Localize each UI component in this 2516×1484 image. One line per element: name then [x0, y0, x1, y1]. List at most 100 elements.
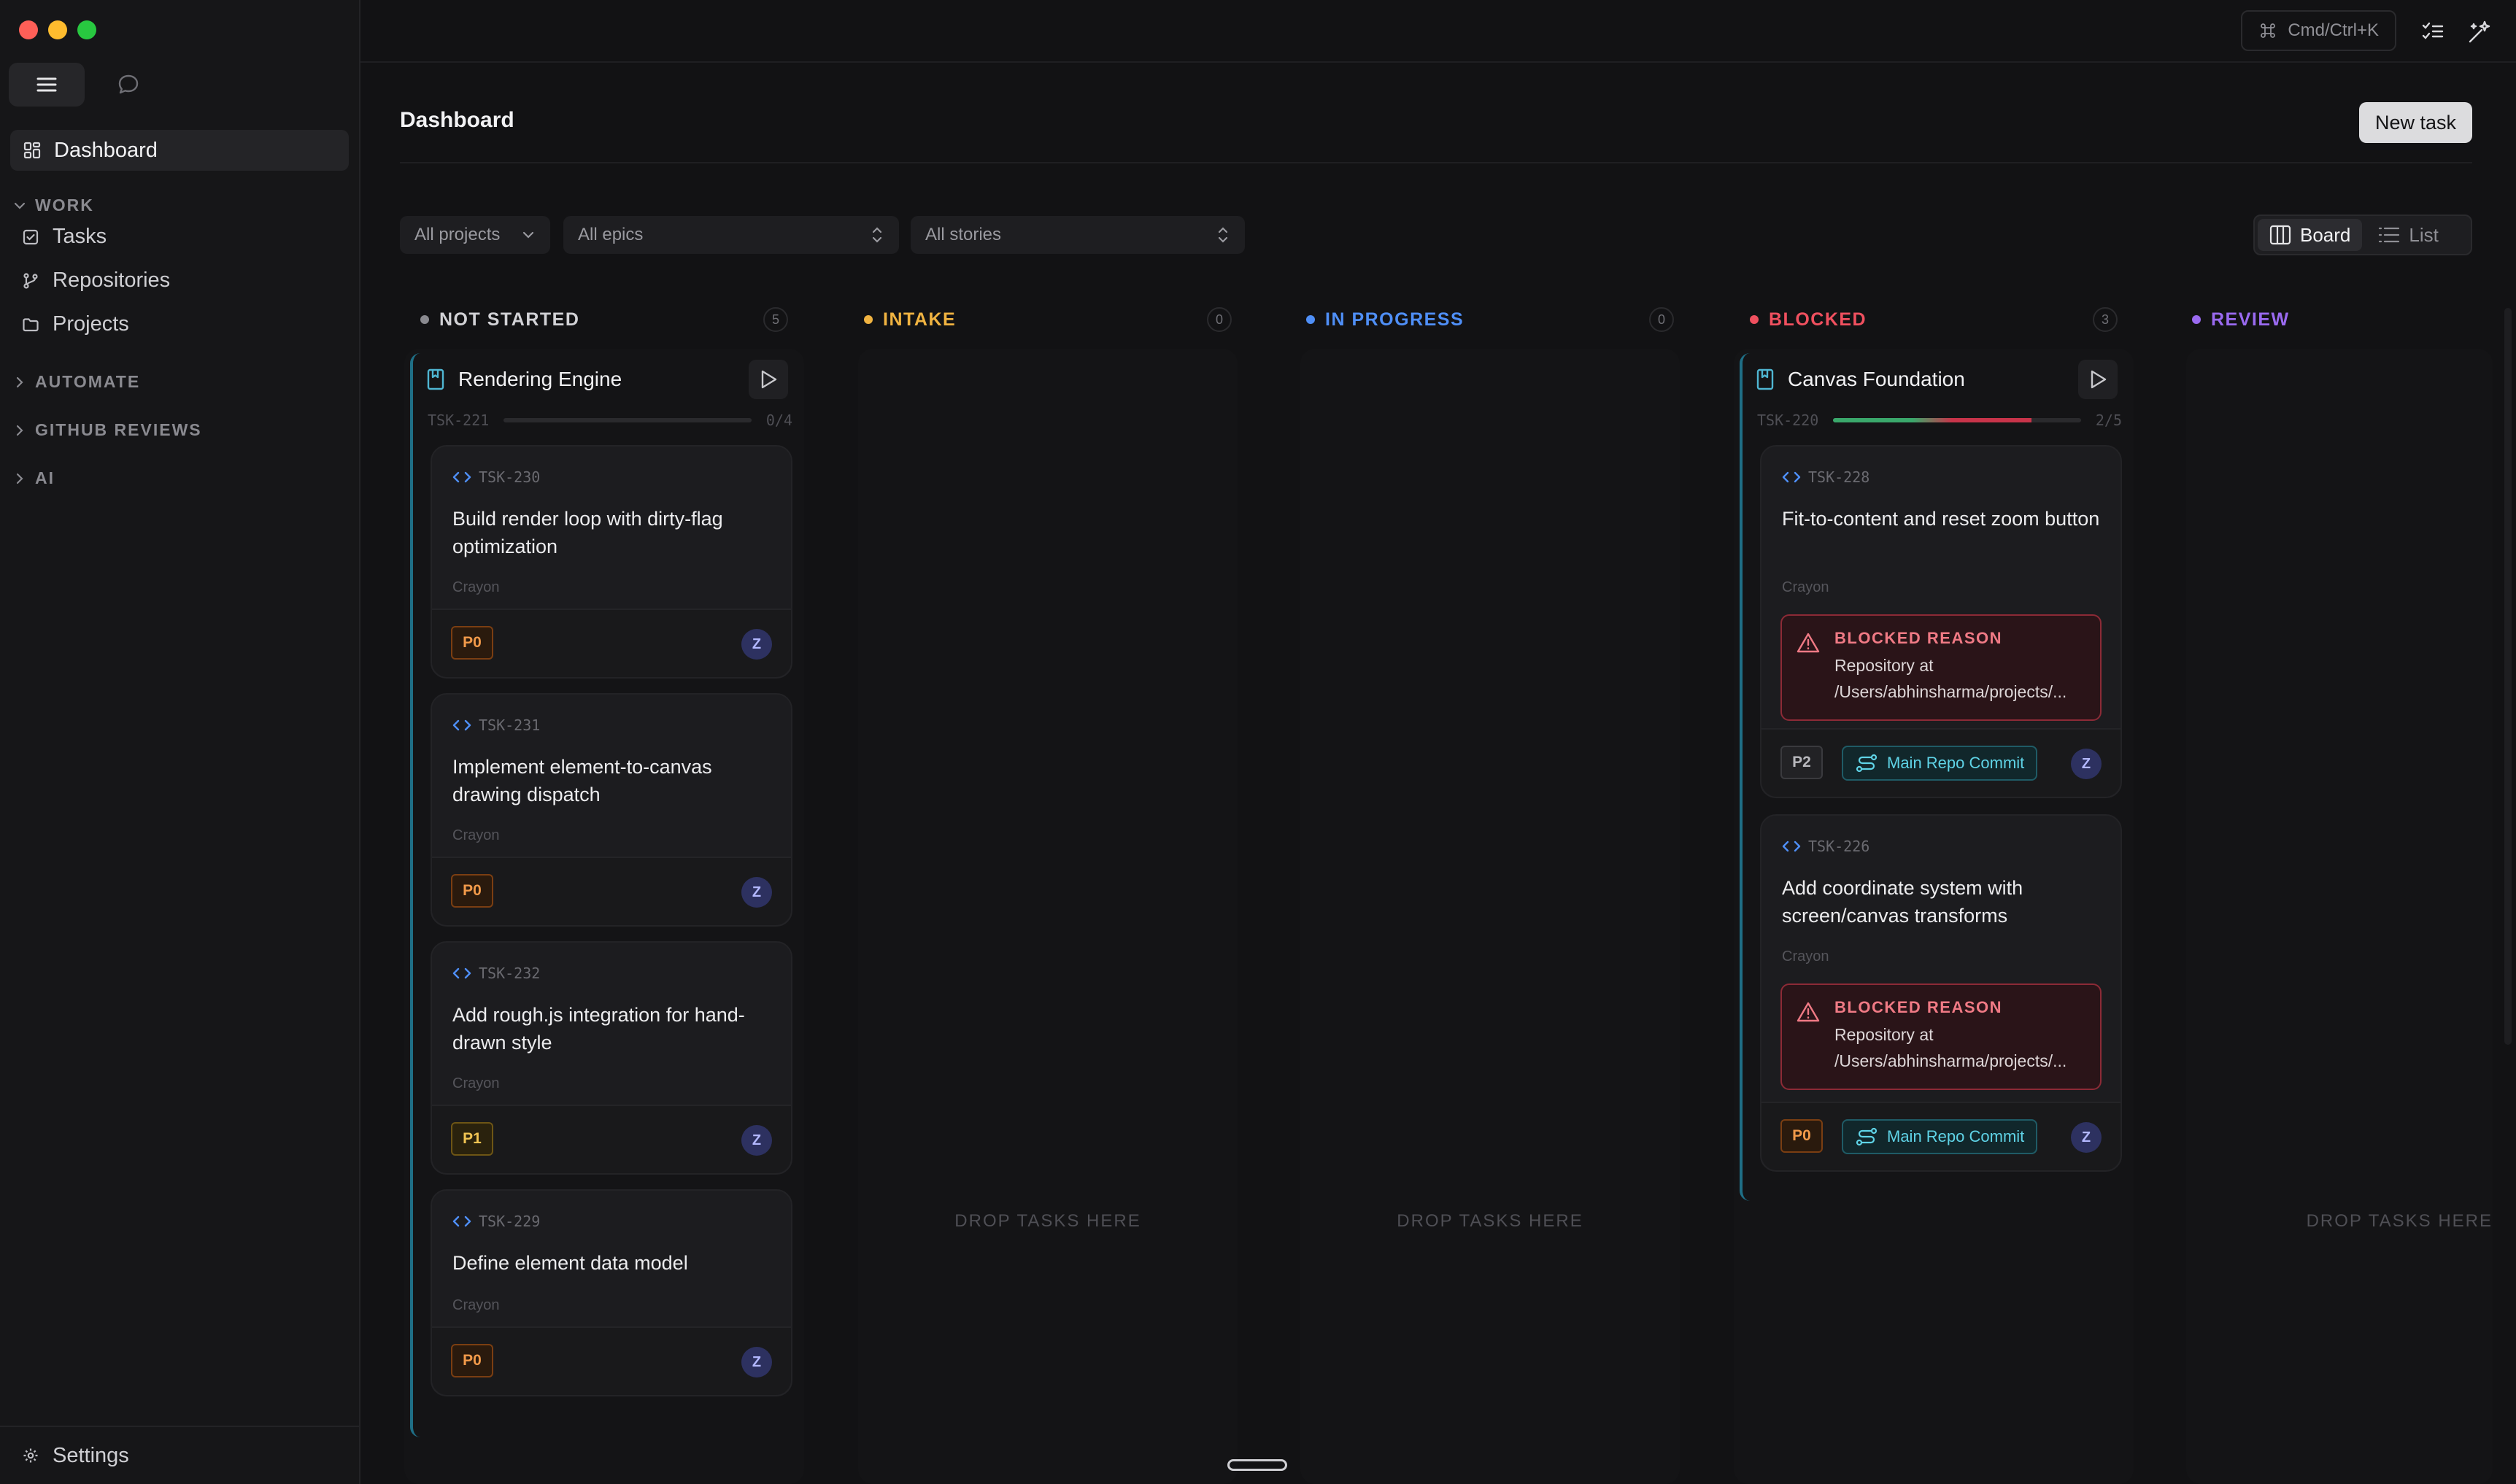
task-title: Define element data model [452, 1252, 688, 1274]
epic-progress-bar [503, 418, 752, 422]
list-view-button[interactable]: List [2366, 219, 2450, 251]
drop-hint: DROP TASKS HERE [954, 1211, 1141, 1231]
avatar[interactable]: Z [741, 877, 772, 908]
vertical-scrollbar[interactable] [2504, 308, 2512, 1045]
task-title: Fit-to-content and reset zoom button [1782, 508, 2100, 530]
status-dot [1306, 315, 1315, 324]
chat-button[interactable] [90, 63, 166, 107]
sidebar-item-settings[interactable]: Settings [0, 1426, 360, 1484]
sidebar-item-repositories[interactable]: Repositories [22, 268, 170, 293]
column-drop-zone[interactable]: DROP TASKS HERE [858, 349, 1238, 1484]
horizontal-scroll-handle[interactable] [1227, 1459, 1287, 1471]
story-filter[interactable]: All stories [911, 216, 1245, 254]
task-card[interactable]: TSK-228 Fit-to-content and reset zoom bu… [1760, 445, 2122, 798]
epic-header[interactable]: Rendering Engine [426, 358, 788, 401]
page-title: Dashboard [400, 108, 514, 132]
ai-assist-button[interactable] [2463, 16, 2496, 48]
avatar[interactable]: Z [741, 629, 772, 660]
new-task-button[interactable]: New task [2358, 102, 2472, 143]
close-window-button[interactable] [19, 20, 38, 39]
command-icon [2261, 23, 2276, 38]
task-card[interactable]: TSK-230 Build render loop with dirty-fla… [431, 445, 792, 679]
checklist-button[interactable] [2417, 16, 2449, 48]
priority-badge: P0 [451, 626, 493, 660]
project-filter[interactable]: All projects [400, 216, 550, 254]
avatar[interactable]: Z [2071, 749, 2102, 779]
column-drop-zone[interactable]: DROP TASKS HERE [1300, 349, 1680, 1484]
section-github-reviews[interactable]: GITHUB REVIEWS [13, 420, 202, 440]
shortcut-label: Cmd/Ctrl+K [2288, 20, 2379, 40]
columns-icon [2269, 225, 2291, 245]
task-card[interactable]: TSK-229 Define element data model Crayon… [431, 1189, 792, 1396]
blocked-reason-title: BLOCKED REASON [1834, 998, 2003, 1016]
window-controls [19, 20, 96, 39]
column-drop-zone[interactable]: DROP TASKS HERE [2186, 349, 2493, 1484]
gear-icon [23, 1448, 38, 1463]
task-title: Add coordinate system with screen/canvas… [1782, 877, 2023, 927]
status-dot [1750, 315, 1759, 324]
column-header: IN PROGRESS 0 [1306, 302, 1674, 337]
priority-badge: P2 [1780, 746, 1823, 779]
section-label: AI [35, 468, 55, 487]
task-card[interactable]: TSK-232 Add rough.js integration for han… [431, 941, 792, 1175]
git-merge-icon [1856, 1127, 1878, 1146]
section-automate[interactable]: AUTOMATE [13, 372, 140, 392]
column-title: NOT STARTED [439, 309, 580, 330]
column-not-started: NOT STARTED 5 Rendering Engine TSK-221 0… [400, 298, 809, 1484]
section-ai[interactable]: AI [13, 468, 55, 488]
code-icon [452, 471, 471, 483]
minimize-window-button[interactable] [48, 20, 67, 39]
code-icon [1782, 471, 1801, 483]
chevron-right-icon [16, 376, 23, 387]
repo-commit-badge[interactable]: Main Repo Commit [1842, 746, 2038, 781]
status-dot [420, 315, 429, 324]
bookmark-book-icon [1756, 368, 1774, 390]
sidebar-menu-button[interactable] [9, 63, 85, 107]
repo-commit-badge[interactable]: Main Repo Commit [1842, 1119, 2038, 1154]
epic-header[interactable]: Canvas Foundation [1756, 358, 2118, 401]
avatar[interactable]: Z [2071, 1122, 2102, 1153]
avatar[interactable]: Z [741, 1125, 772, 1156]
blocked-reason-path: /Users/abhinsharma/projects/... [1834, 682, 2067, 701]
task-card[interactable]: TSK-231 Implement element-to-canvas draw… [431, 693, 792, 927]
priority-badge: P0 [1780, 1119, 1823, 1153]
warning-triangle-icon [1797, 633, 1820, 653]
task-project: Crayon [452, 1297, 500, 1313]
code-icon [452, 967, 471, 979]
epic-filter[interactable]: All epics [563, 216, 899, 254]
section-work[interactable]: WORK [13, 196, 94, 215]
task-project: Crayon [1782, 948, 1829, 965]
run-epic-button[interactable] [2078, 360, 2118, 399]
drop-hint: DROP TASKS HERE [2306, 1211, 2493, 1231]
chevron-right-icon [16, 425, 23, 436]
repo-label: Main Repo Commit [1887, 1127, 2025, 1145]
task-card[interactable]: TSK-226 Add coordinate system with scree… [1760, 814, 2122, 1172]
column-body: Rendering Engine TSK-221 0/4 TSK-230 Bui… [404, 349, 804, 1484]
list-icon [2379, 227, 2400, 243]
epic-meta: TSK-220 2/5 [1757, 411, 2122, 429]
priority-badge: P0 [451, 1344, 493, 1377]
avatar[interactable]: Z [741, 1347, 772, 1377]
sidebar-item-projects[interactable]: Projects [22, 312, 129, 336]
maximize-window-button[interactable] [77, 20, 96, 39]
hamburger-icon [36, 77, 57, 92]
command-palette-button[interactable]: Cmd/Ctrl+K [2241, 10, 2396, 51]
task-project: Crayon [452, 579, 500, 595]
epic-progress-bar [1833, 418, 2081, 422]
board-view-button[interactable]: Board [2258, 219, 2363, 251]
chevron-down-icon [14, 202, 26, 209]
filter-value: All projects [414, 225, 501, 244]
task-footer: P0 Main Repo Commit Z [1761, 1102, 2121, 1170]
column-title: BLOCKED [1769, 309, 1867, 330]
sidebar-item-tasks[interactable]: Tasks [22, 225, 107, 249]
sidebar-item-dashboard[interactable]: Dashboard [10, 130, 349, 171]
code-icon [1782, 840, 1801, 852]
epic-progress: 2/5 [2095, 411, 2122, 429]
column-header: REVIEW [2192, 302, 2472, 337]
grid-icon [23, 142, 41, 159]
run-epic-button[interactable] [749, 360, 788, 399]
board-label: Board [2300, 223, 2351, 246]
chat-bubble-icon [118, 74, 139, 94]
epic-id: TSK-221 [428, 411, 490, 429]
column-count: 3 [2093, 307, 2118, 332]
